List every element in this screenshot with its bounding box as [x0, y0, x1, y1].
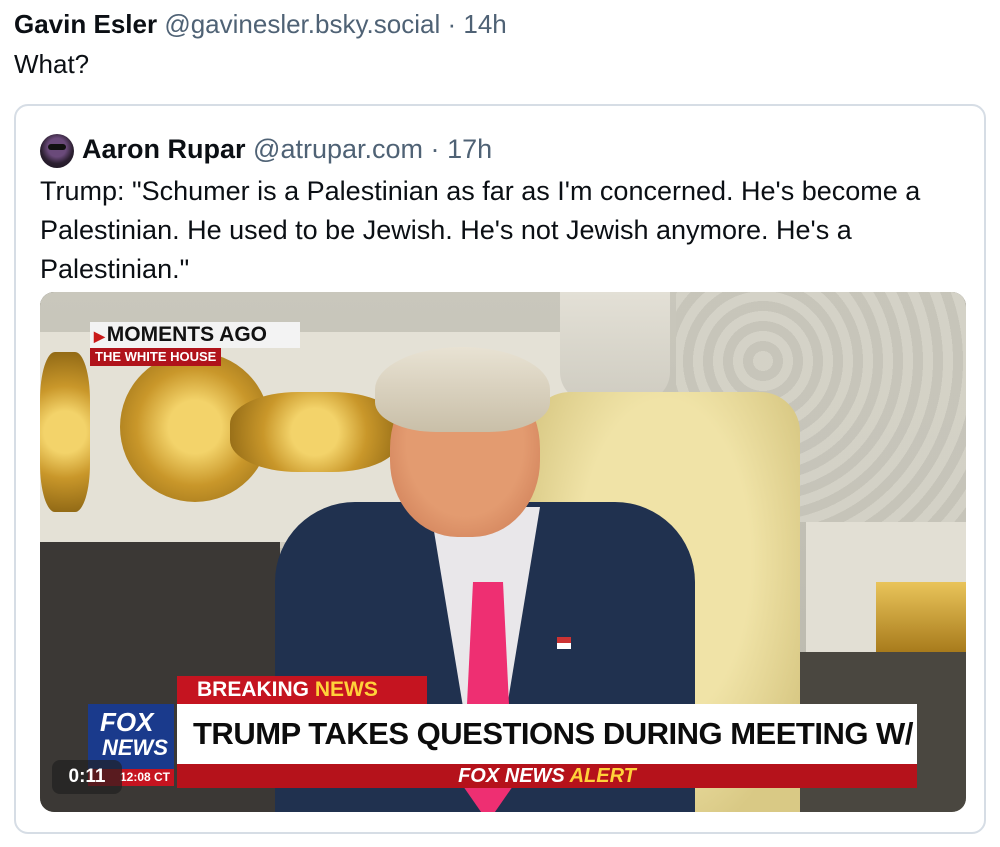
moments-ago-banner: ▶MOMENTS AGO — [90, 322, 300, 348]
breaking-label: BREAKING — [197, 678, 310, 701]
post-header: Gavin Esler @gavinesler.bsky.social · 14… — [14, 6, 507, 42]
post-timestamp[interactable]: 14h — [463, 9, 506, 39]
location-tag: THE WHITE HOUSE — [90, 348, 222, 366]
breaking-news-label: NEWS — [314, 678, 378, 701]
alert-word: ALERT — [569, 765, 636, 787]
video-elapsed-time[interactable]: 0:11 — [52, 760, 122, 794]
breaking-news-tag: BREAKING NEWS — [177, 676, 427, 704]
post-author-handle[interactable]: @gavinesler.bsky.social — [164, 9, 440, 39]
flag-pin-icon — [557, 637, 571, 649]
quoted-post-text: Trump: "Schumer is a Palestinian as far … — [40, 176, 921, 284]
play-triangle-icon: ▶ — [94, 328, 105, 344]
quoted-post-card[interactable]: Aaron Rupar @atrupar.com · 17h Trump: "S… — [14, 104, 986, 834]
quoted-separator: · — [430, 134, 440, 164]
quoted-post-header: Aaron Rupar @atrupar.com · 17h — [82, 130, 492, 168]
moments-ago-label: MOMENTS AGO — [106, 323, 267, 346]
alert-bar: FOX NEWS ALERT — [177, 764, 917, 788]
alert-prefix: FOX NEWS — [458, 765, 565, 787]
logo-fox-text: FOX — [100, 707, 154, 737]
video-player[interactable]: ▶MOMENTS AGO THE WHITE HOUSE BREAKING NE… — [40, 292, 966, 812]
headline-chyron: TRUMP TAKES QUESTIONS DURING MEETING W/ … — [177, 704, 917, 764]
quoted-author-avatar[interactable] — [40, 134, 74, 168]
post-separator: · — [447, 9, 457, 39]
quoted-timestamp[interactable]: 17h — [447, 134, 492, 164]
logo-news-text: NEWS — [102, 735, 168, 760]
quoted-author-name[interactable]: Aaron Rupar — [82, 134, 246, 164]
post-author-name[interactable]: Gavin Esler — [14, 9, 157, 39]
post-text: What? — [14, 49, 90, 79]
quoted-author-handle[interactable]: @atrupar.com — [253, 134, 423, 164]
